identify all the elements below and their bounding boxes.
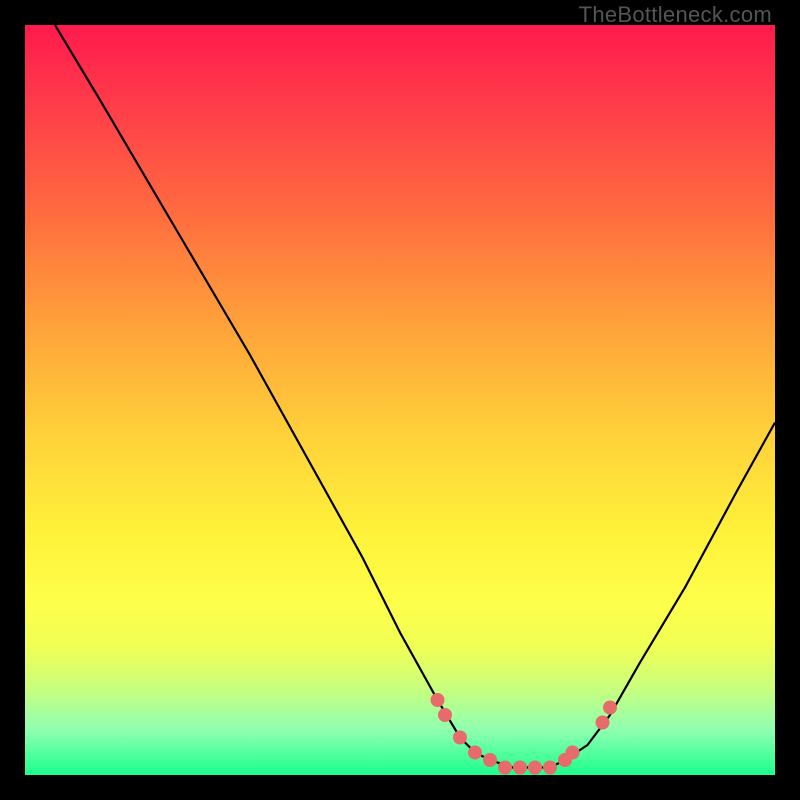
curve-svg [25,25,775,775]
marker-dot [453,731,467,745]
marker-dot [566,746,580,760]
marker-points [431,693,618,775]
marker-dot [596,716,610,730]
marker-dot [431,693,445,707]
marker-dot [483,753,497,767]
marker-dot [438,708,452,722]
marker-dot [528,761,542,775]
marker-dot [543,761,557,775]
marker-dot [468,746,482,760]
marker-dot [513,761,527,775]
chart-frame: TheBottleneck.com [0,0,800,800]
marker-dot [498,761,512,775]
bottleneck-curve [55,25,775,768]
watermark-text: TheBottleneck.com [579,2,772,28]
plot-area [25,25,775,775]
marker-dot [603,701,617,715]
